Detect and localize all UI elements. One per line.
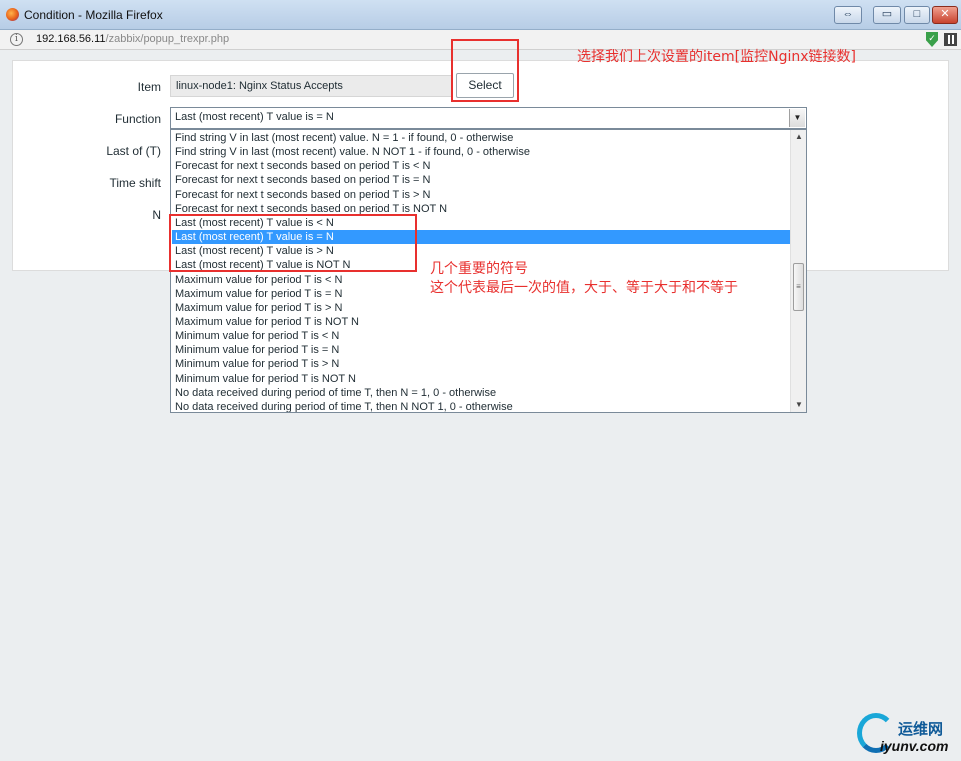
- restore-window-button[interactable]: ⇔: [834, 6, 862, 24]
- scroll-up-icon[interactable]: ▲: [791, 130, 806, 144]
- dropdown-option[interactable]: Forecast for next t seconds based on per…: [175, 159, 789, 173]
- dropdown-option[interactable]: Minimum value for period T is < N: [175, 329, 789, 343]
- symbols-annotation-line1: 几个重要的符号: [430, 261, 528, 277]
- dropdown-option[interactable]: Minimum value for period T is NOT N: [175, 372, 789, 386]
- dropdown-option[interactable]: Find string V in last (most recent) valu…: [175, 131, 789, 145]
- chevron-down-icon[interactable]: ▼: [789, 109, 805, 127]
- close-button[interactable]: ✕: [932, 6, 958, 24]
- watermark-cn: 运维网: [898, 720, 944, 738]
- select-highlight-box: [451, 39, 519, 102]
- select-annotation-note: 选择我们上次设置的item[监控Nginx链接数]: [577, 49, 856, 65]
- item-label: Item: [137, 80, 161, 94]
- firefox-icon: [6, 8, 19, 21]
- function-label: Function: [114, 112, 161, 126]
- function-selected-value: Last (most recent) T value is = N: [175, 111, 334, 123]
- symbols-annotation-line2: 这个代表最后一次的值，大于、等于大于和不等于: [430, 280, 738, 296]
- dropdown-option[interactable]: No data received during period of time T…: [175, 400, 789, 412]
- qr-code-icon[interactable]: [944, 33, 957, 46]
- url-host: 192.168.56.11: [36, 33, 106, 45]
- url-text[interactable]: 192.168.56.11/zabbix/popup_trexpr.php: [36, 33, 229, 45]
- dropdown-option[interactable]: Forecast for next t seconds based on per…: [175, 188, 789, 202]
- maximize-button[interactable]: □: [904, 6, 930, 24]
- scroll-down-icon[interactable]: ▼: [791, 398, 806, 412]
- item-field: linux-node1: Nginx Status Accepts: [170, 75, 452, 97]
- info-icon[interactable]: i: [10, 33, 23, 46]
- dropdown-option[interactable]: No data received during period of time T…: [175, 386, 789, 400]
- time-shift-label: Time shift: [109, 176, 161, 190]
- dropdown-option[interactable]: Minimum value for period T is > N: [175, 357, 789, 371]
- dropdown-option[interactable]: Forecast for next t seconds based on per…: [175, 173, 789, 187]
- window-title: Condition - Mozilla Firefox: [24, 8, 163, 22]
- url-path: /zabbix/popup_trexpr.php: [105, 33, 230, 45]
- window-title-bar: Condition - Mozilla Firefox ⇔ ▭ □ ✕: [0, 0, 961, 30]
- n-label: N: [152, 208, 161, 222]
- symbols-highlight-box: [169, 214, 417, 272]
- dropdown-option[interactable]: Minimum value for period T is = N: [175, 343, 789, 357]
- minimize-button[interactable]: ▭: [873, 6, 901, 24]
- dropdown-option[interactable]: Maximum value for period T is NOT N: [175, 315, 789, 329]
- dropdown-option[interactable]: Find string V in last (most recent) valu…: [175, 145, 789, 159]
- dropdown-option[interactable]: Maximum value for period T is > N: [175, 301, 789, 315]
- watermark-en: iyunv.com: [880, 738, 949, 754]
- scrollbar-thumb[interactable]: ≡: [793, 263, 804, 311]
- function-select[interactable]: Last (most recent) T value is = N ▼: [170, 107, 807, 129]
- shield-icon[interactable]: ✓: [926, 32, 938, 47]
- last-of-label: Last of (T): [106, 144, 161, 158]
- dropdown-scrollbar[interactable]: ▲ ≡ ▼: [790, 130, 806, 412]
